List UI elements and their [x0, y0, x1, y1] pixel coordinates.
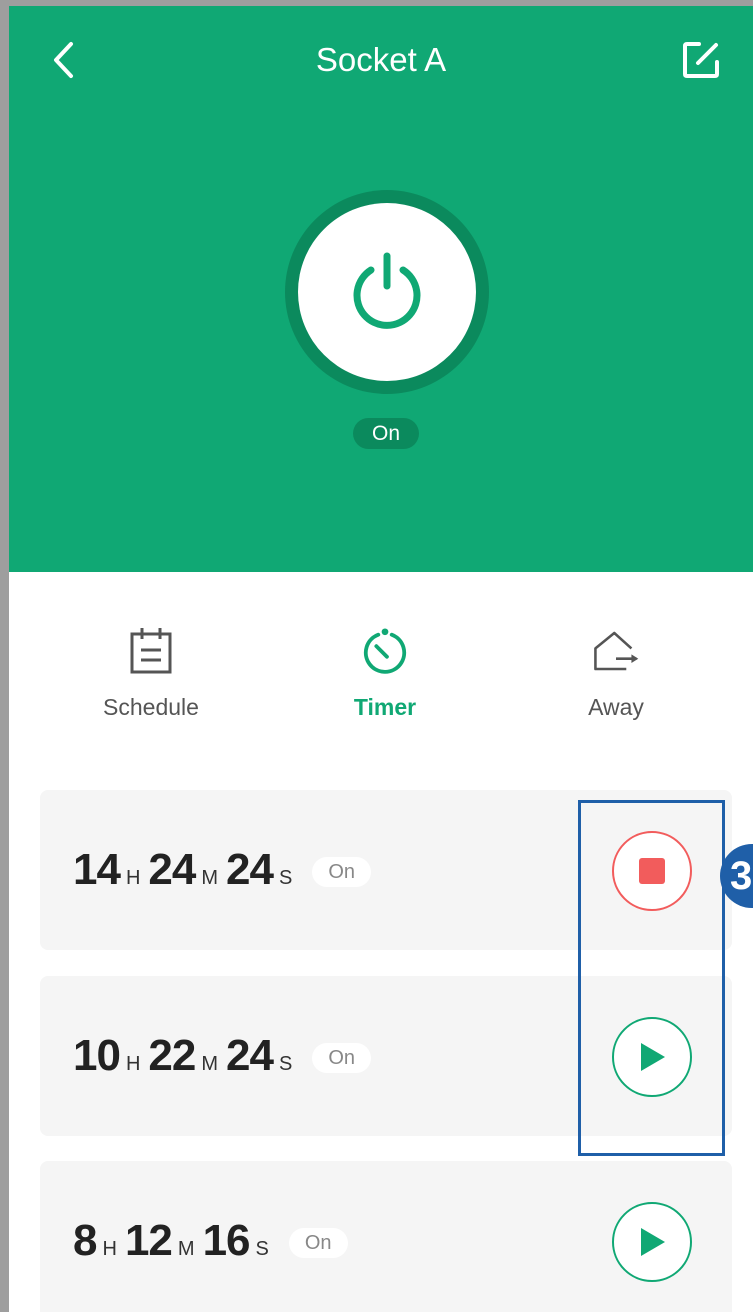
play-icon — [641, 1228, 665, 1256]
device-header: Socket A On — [9, 6, 753, 572]
tab-timer[interactable]: Timer — [305, 626, 465, 738]
start-timer-button[interactable] — [612, 1017, 692, 1097]
tab-schedule-label: Schedule — [103, 694, 199, 720]
timer-card: 10 H 22 M 24 S On — [40, 976, 732, 1136]
minutes-unit: M — [201, 1052, 219, 1075]
timer-countdown: 14 H 24 M 24 S On — [73, 790, 372, 950]
stop-icon — [639, 858, 665, 884]
hours-unit: H — [125, 866, 141, 889]
timer-hours: 8 — [73, 1216, 98, 1265]
power-ring — [285, 190, 489, 394]
minutes-unit: M — [177, 1237, 195, 1260]
edit-icon — [683, 42, 719, 78]
timer-hours: 14 — [73, 845, 121, 894]
timer-countdown: 8 H 12 M 16 S On — [73, 1161, 348, 1312]
calendar-icon — [127, 626, 175, 676]
start-timer-button[interactable] — [612, 1202, 692, 1282]
timer-state-badge: On — [312, 857, 372, 887]
function-tabs: Schedule Timer Away — [9, 626, 753, 746]
play-icon — [641, 1043, 665, 1071]
timer-seconds: 16 — [202, 1216, 251, 1265]
stop-timer-button[interactable] — [612, 831, 692, 911]
timer-countdown: 10 H 22 M 24 S On — [73, 976, 372, 1136]
seconds-unit: S — [278, 1052, 293, 1075]
timer-hours: 10 — [73, 1031, 121, 1080]
timer-minutes: 22 — [148, 1031, 196, 1080]
tab-away[interactable]: Away — [536, 626, 696, 738]
timer-minutes: 12 — [124, 1216, 173, 1265]
timer-card: 14 H 24 M 24 S On — [40, 790, 732, 950]
power-status-badge: On — [353, 418, 419, 449]
away-home-icon — [592, 626, 640, 676]
page-title: Socket A — [315, 41, 447, 78]
tab-away-label: Away — [588, 694, 644, 720]
minutes-unit: M — [201, 866, 219, 889]
hours-unit: H — [102, 1237, 117, 1260]
timer-seconds: 24 — [226, 845, 274, 894]
timer-state-badge: On — [288, 1228, 348, 1258]
timer-state-badge: On — [312, 1043, 372, 1073]
timer-seconds: 24 — [226, 1031, 274, 1080]
tab-timer-label: Timer — [353, 694, 417, 720]
power-button[interactable] — [298, 203, 476, 381]
timer-icon — [361, 626, 409, 676]
tab-schedule[interactable]: Schedule — [71, 626, 231, 738]
app-screen: Socket A On Schedule Timer Away 14 H 24 … — [9, 6, 753, 1312]
edit-button[interactable] — [677, 36, 725, 84]
timer-card: 8 H 12 M 16 S On — [40, 1161, 732, 1312]
seconds-unit: S — [255, 1237, 269, 1260]
timer-minutes: 24 — [148, 845, 196, 894]
hours-unit: H — [125, 1052, 141, 1075]
seconds-unit: S — [278, 866, 293, 889]
power-icon — [353, 252, 421, 329]
